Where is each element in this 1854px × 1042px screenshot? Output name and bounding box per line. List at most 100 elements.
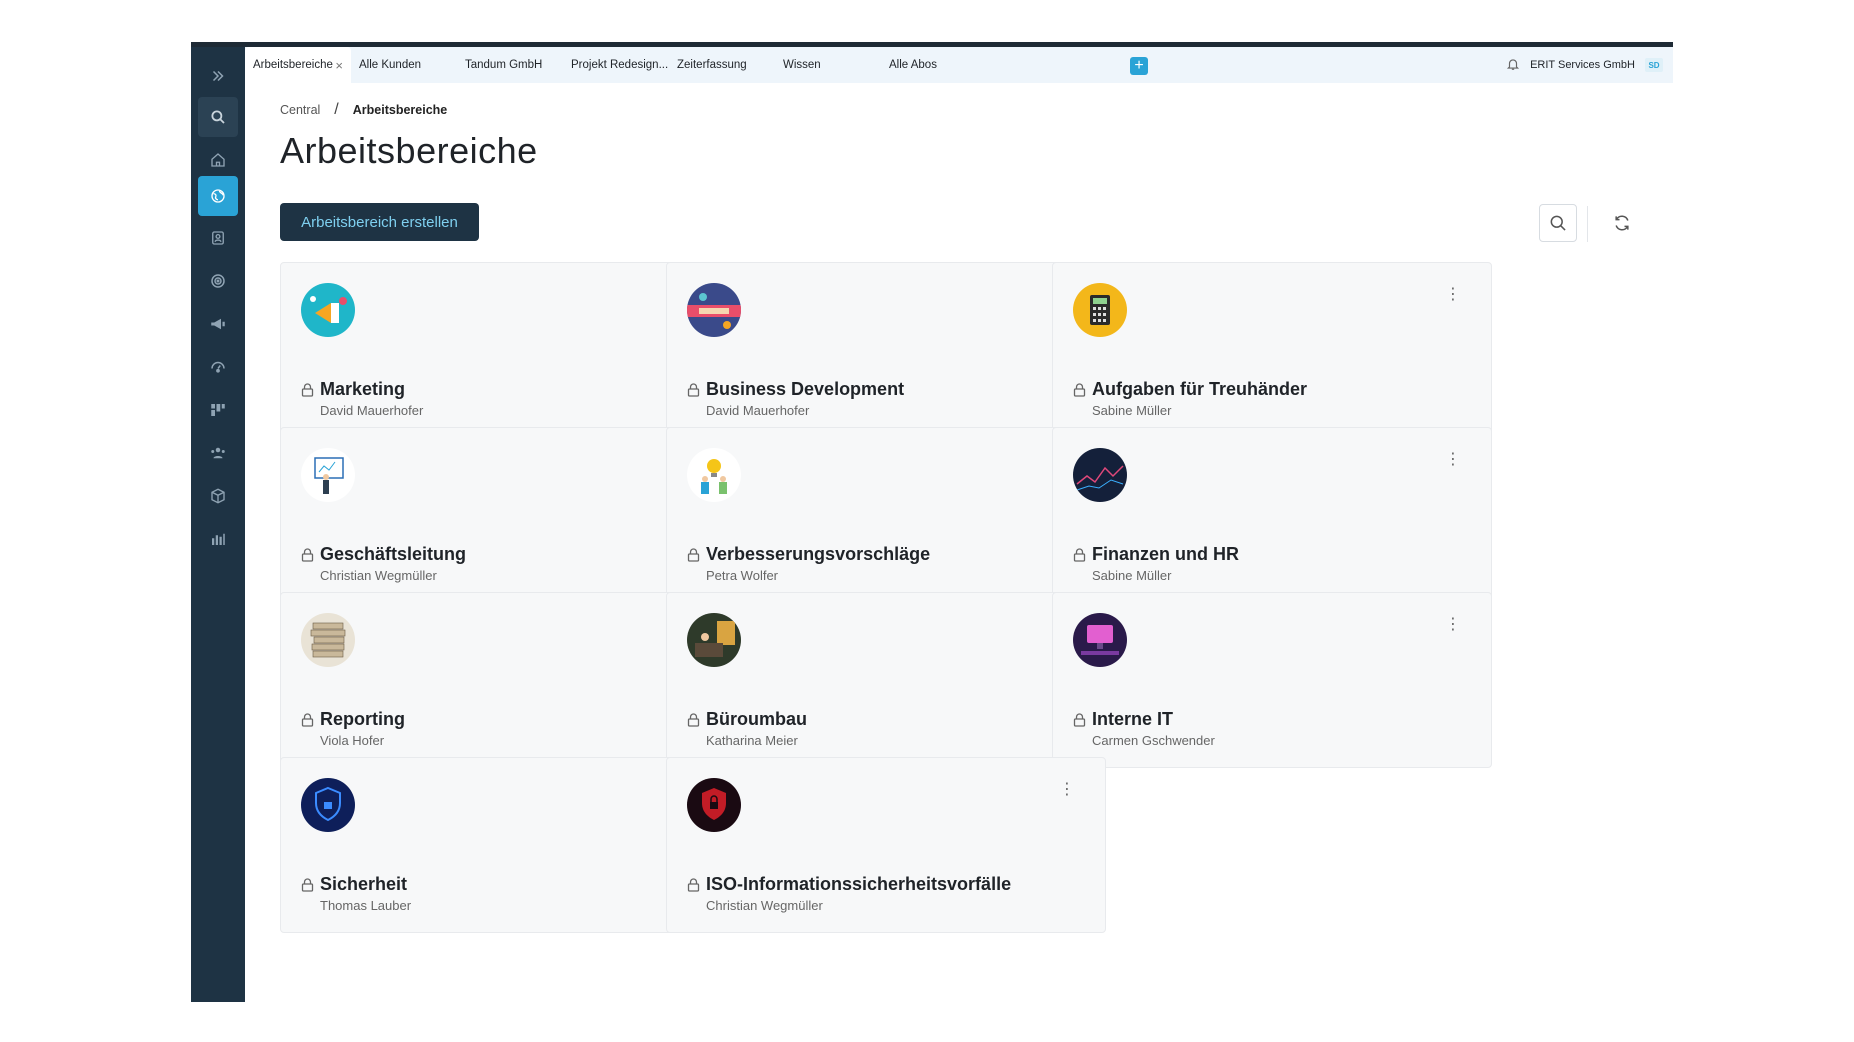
- workspace-owner: Petra Wolfer: [706, 568, 779, 583]
- sidebar: [191, 47, 245, 1002]
- lock-icon: [301, 547, 314, 562]
- more-options-icon[interactable]: ⋮: [1445, 452, 1461, 468]
- target-icon[interactable]: [198, 261, 238, 301]
- workspace-card[interactable]: ⋮VerbesserungsvorschlägePetra Wolfer: [666, 427, 1106, 603]
- workspace-title-row: Aufgaben für Treuhänder: [1073, 379, 1307, 400]
- workspace-owner: David Mauerhofer: [320, 403, 424, 418]
- workspace-name[interactable]: ISO-Informationssicherheitsvorfälle: [706, 874, 1011, 895]
- tab-label: Zeiterfassung: [677, 59, 747, 71]
- lock-icon: [687, 712, 700, 727]
- workspace-card[interactable]: ⋮SicherheitThomas Lauber: [280, 757, 720, 933]
- divider: [1587, 206, 1588, 242]
- office-image: [687, 613, 741, 667]
- breadcrumb-root[interactable]: Central: [280, 103, 320, 117]
- lock-icon: [301, 877, 314, 892]
- lock-icon: [1073, 547, 1086, 562]
- workspace-title-row: Marketing: [301, 379, 405, 400]
- workspace-owner: Thomas Lauber: [320, 898, 412, 913]
- close-icon[interactable]: ×: [335, 58, 343, 73]
- workspace-title-row: Sicherheit: [301, 874, 407, 895]
- idea-image: [687, 448, 741, 502]
- tab-label: Tandum GmbH: [465, 59, 543, 71]
- workspace-owner: Christian Wegmüller: [706, 898, 823, 913]
- search-icon[interactable]: [198, 97, 238, 137]
- search-button[interactable]: [1539, 204, 1577, 242]
- tab-bar: Arbeitsbereiche × Alle Kunden Tandum Gmb…: [245, 47, 1673, 83]
- workspace-name[interactable]: Marketing: [320, 379, 405, 400]
- team-icon[interactable]: [198, 433, 238, 473]
- workspace-name[interactable]: Aufgaben für Treuhänder: [1092, 379, 1307, 400]
- workspace-title-row: Interne IT: [1073, 709, 1173, 730]
- more-options-icon[interactable]: ⋮: [1445, 617, 1461, 633]
- create-workspace-button[interactable]: Arbeitsbereich erstellen: [280, 203, 479, 241]
- breadcrumb: Central / Arbeitsbereiche: [280, 101, 447, 119]
- box-icon[interactable]: [198, 476, 238, 516]
- add-tab-button[interactable]: +: [1130, 57, 1148, 75]
- tab-arbeitsbereiche[interactable]: Arbeitsbereiche ×: [245, 47, 351, 83]
- search-icon: [1550, 215, 1566, 231]
- workspace-name[interactable]: Finanzen und HR: [1092, 544, 1239, 565]
- tab-alle-kunden[interactable]: Alle Kunden: [351, 47, 457, 83]
- tab-label: Arbeitsbereiche: [253, 59, 333, 71]
- lock-alert-image: [687, 778, 741, 832]
- workspace-title-row: Geschäftsleitung: [301, 544, 466, 565]
- analytics-icon[interactable]: [198, 519, 238, 559]
- workspace-card[interactable]: ⋮Business DevelopmentDavid Mauerhofer: [666, 262, 1106, 438]
- tab-zeiterfassung[interactable]: Zeiterfassung: [669, 47, 775, 83]
- tab-wissen[interactable]: Wissen: [775, 47, 881, 83]
- workspace-card[interactable]: ⋮BüroumbauKatharina Meier: [666, 592, 1106, 768]
- workspace-name[interactable]: Sicherheit: [320, 874, 407, 895]
- globe-icon[interactable]: [198, 176, 238, 216]
- workspace-owner: Carmen Gschwender: [1092, 733, 1215, 748]
- contacts-icon[interactable]: [198, 218, 238, 258]
- support-icon[interactable]: [198, 347, 238, 387]
- workspace-title-row: Reporting: [301, 709, 405, 730]
- tab-label: Wissen: [783, 59, 821, 71]
- tab-projekt-redesign[interactable]: Projekt Redesign...: [563, 47, 669, 83]
- monitor-image: [1073, 613, 1127, 667]
- workspace-card[interactable]: ⋮MarketingDavid Mauerhofer: [280, 262, 720, 438]
- lock-icon: [301, 712, 314, 727]
- company-name[interactable]: ERIT Services GmbH: [1530, 59, 1635, 71]
- toolbar-right: ERIT Services GmbH SD: [1506, 47, 1663, 83]
- lock-icon: [687, 877, 700, 892]
- workspace-card[interactable]: ⋮ Finanzen und HR Sabine Müller: [1052, 427, 1492, 603]
- avatar[interactable]: SD: [1645, 58, 1663, 72]
- bell-icon[interactable]: [1506, 57, 1520, 74]
- shield-image: [301, 778, 355, 832]
- kanban-icon[interactable]: [198, 390, 238, 430]
- home-icon[interactable]: [198, 140, 238, 180]
- tab-tandum-gmbh[interactable]: Tandum GmbH: [457, 47, 563, 83]
- megaphone-icon[interactable]: [198, 304, 238, 344]
- handshake-image: [687, 283, 741, 337]
- workspace-card[interactable]: ⋮ Aufgaben für Treuhänder Sabine Müller: [1052, 262, 1492, 438]
- refresh-button[interactable]: [1603, 204, 1641, 242]
- workspace-name[interactable]: Interne IT: [1092, 709, 1173, 730]
- workspace-name[interactable]: Geschäftsleitung: [320, 544, 466, 565]
- workspace-title-row: ISO-Informationssicherheitsvorfälle: [687, 874, 1011, 895]
- workspace-card[interactable]: ⋮ Interne IT Carmen Gschwender: [1052, 592, 1492, 768]
- workspace-card[interactable]: ⋮GeschäftsleitungChristian Wegmüller: [280, 427, 720, 603]
- workspace-name[interactable]: Business Development: [706, 379, 904, 400]
- workspace-title-row: Verbesserungsvorschläge: [687, 544, 930, 565]
- lock-icon: [687, 382, 700, 397]
- breadcrumb-separator: /: [334, 101, 339, 118]
- lock-icon: [1073, 382, 1086, 397]
- workspace-owner: Sabine Müller: [1092, 403, 1172, 418]
- workspace-name[interactable]: Verbesserungsvorschläge: [706, 544, 930, 565]
- app-window: Arbeitsbereiche × Alle Kunden Tandum Gmb…: [191, 42, 1673, 1002]
- more-options-icon[interactable]: ⋮: [1445, 287, 1461, 303]
- tab-label: Projekt Redesign...: [571, 59, 669, 71]
- workspace-owner: Sabine Müller: [1092, 568, 1172, 583]
- breadcrumb-current: Arbeitsbereiche: [352, 103, 448, 117]
- lock-icon: [301, 382, 314, 397]
- workspace-name[interactable]: Reporting: [320, 709, 405, 730]
- workspace-card[interactable]: ⋮ ISO-Informationssicherheitsvorfälle Chri…: [666, 757, 1106, 933]
- tab-alle-abos[interactable]: Alle Abos: [881, 47, 987, 83]
- workspace-name[interactable]: Büroumbau: [706, 709, 807, 730]
- data-image: [1073, 448, 1127, 502]
- more-options-icon[interactable]: ⋮: [1059, 782, 1075, 798]
- expand-icon[interactable]: [198, 56, 238, 96]
- workspace-card[interactable]: ⋮ReportingViola Hofer: [280, 592, 720, 768]
- calculator-image: [1073, 283, 1127, 337]
